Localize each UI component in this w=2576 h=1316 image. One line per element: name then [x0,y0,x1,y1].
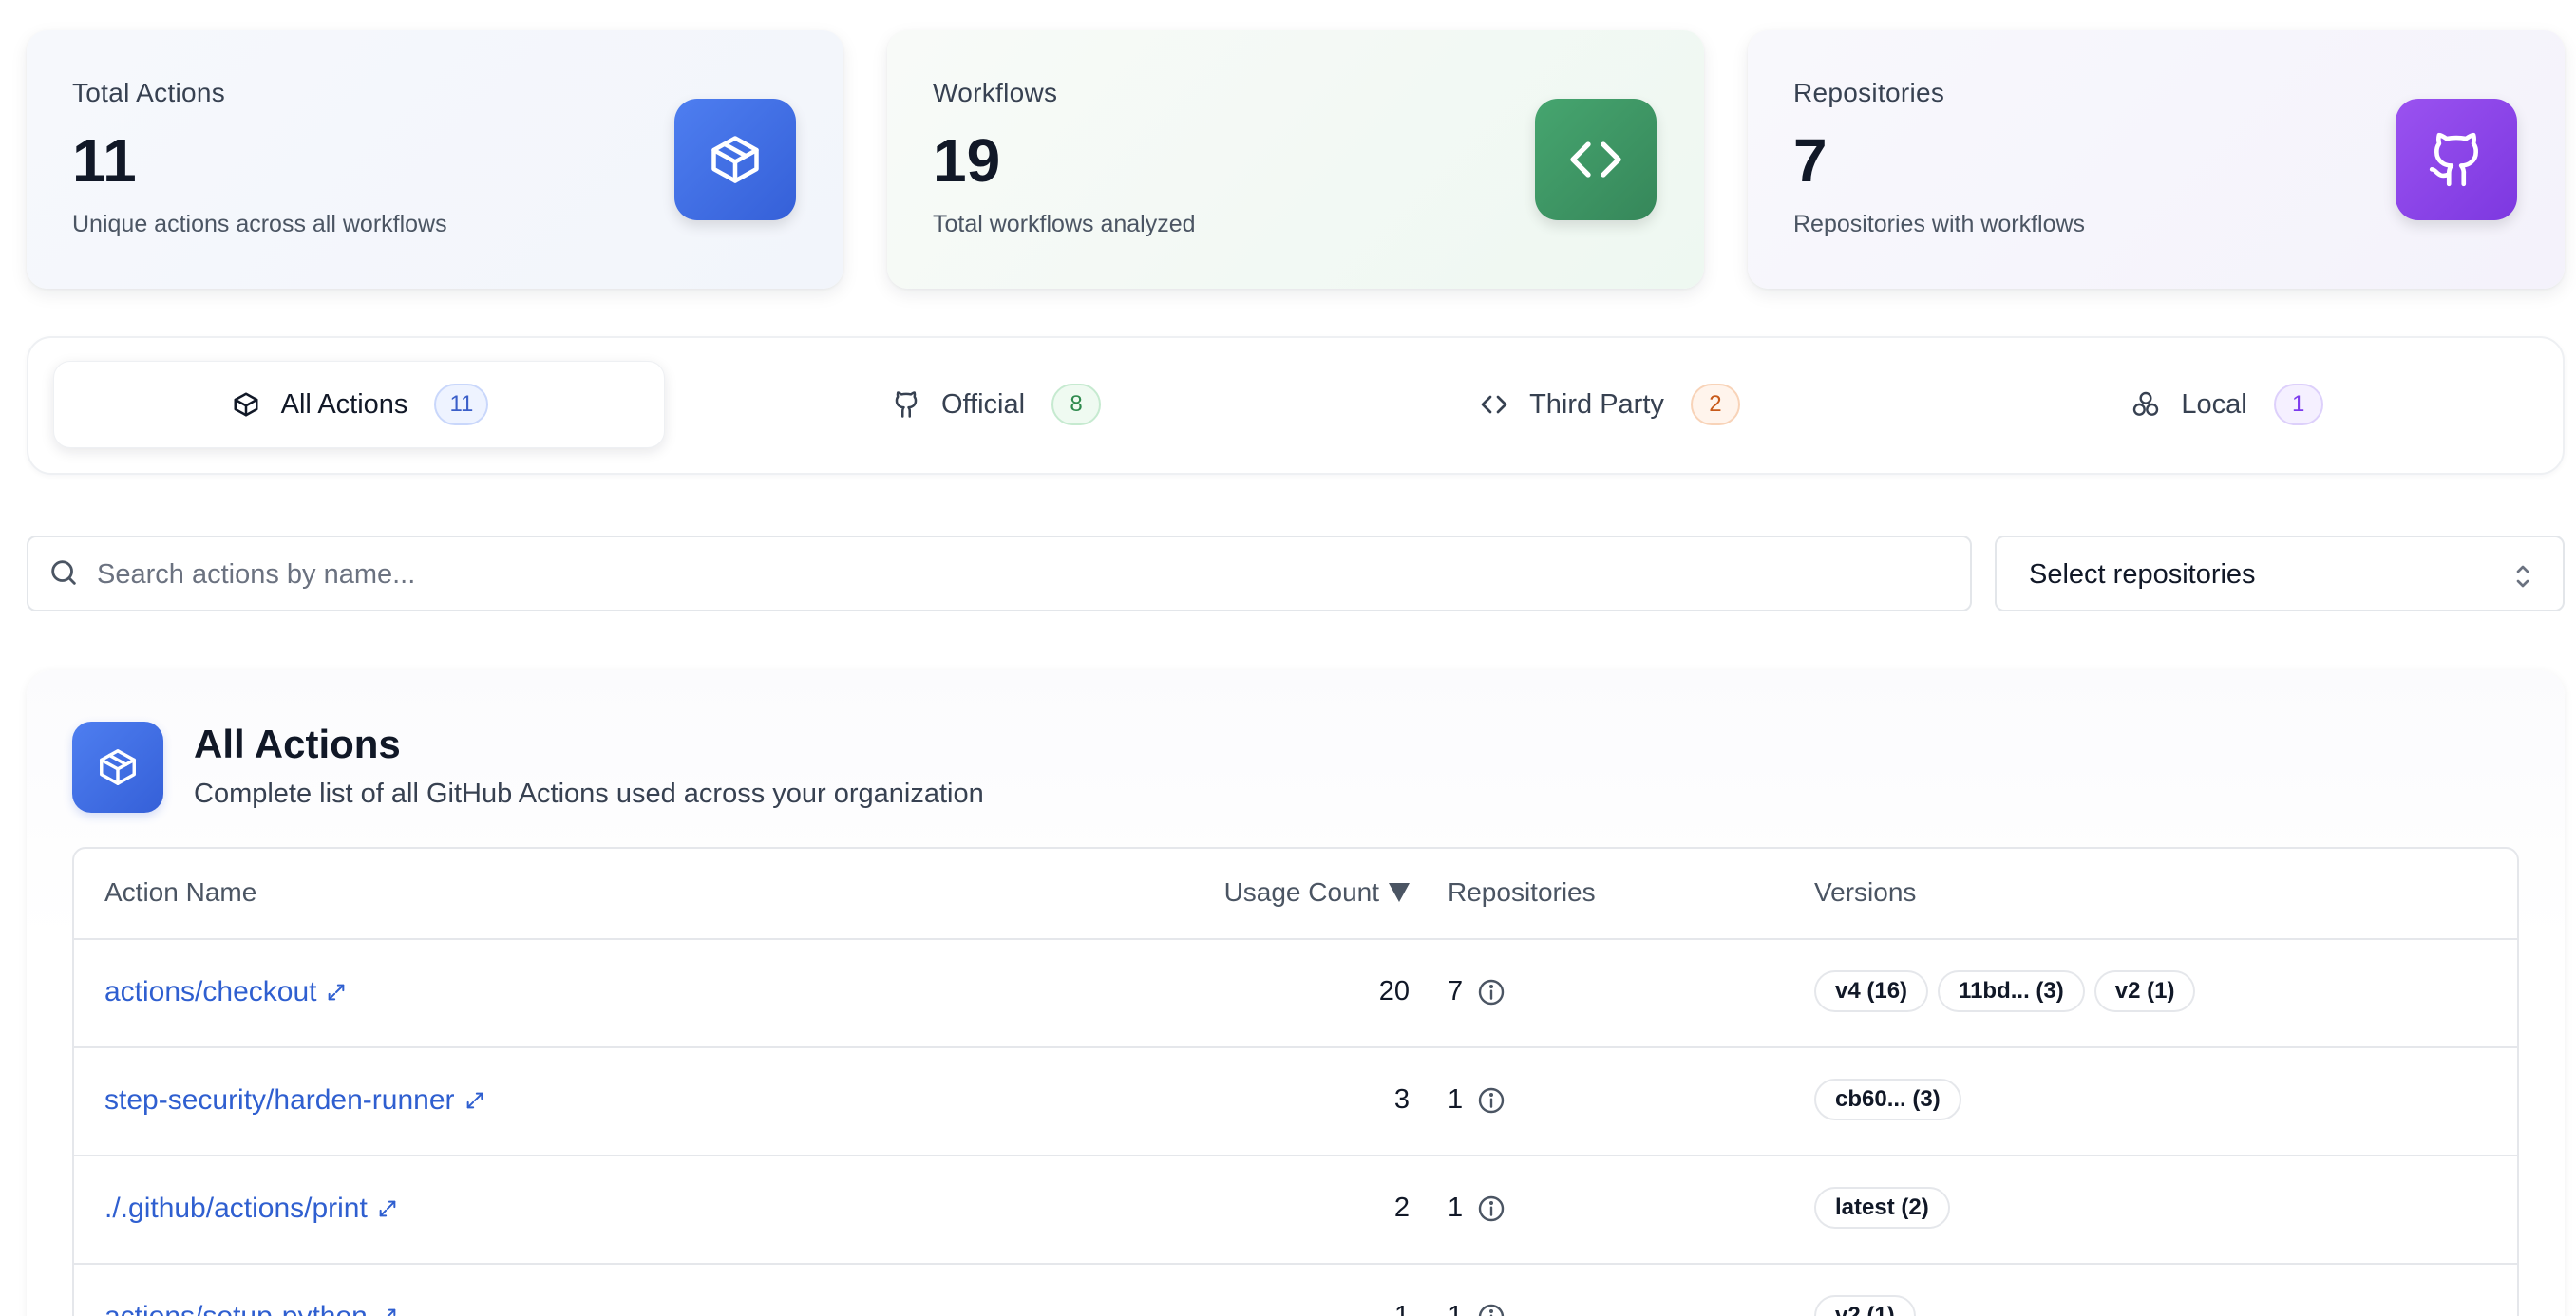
usage-count: 2 [1393,1193,1410,1223]
stat-value: 7 [1793,126,1828,195]
tab-count-badge: 2 [1690,384,1740,425]
action-type-tabs: All Actions 11 Official 8 Third Party 2 … [27,336,2565,475]
repository-select-label: Select repositories [2029,559,2256,590]
stat-card-repositories: Repositories 7 Repositories with workflo… [1748,30,2565,289]
info-icon[interactable] [1476,1085,1506,1116]
stat-description: Repositories with workflows [1793,211,2086,237]
table-header: Action Name Usage Count Repositories Ver… [74,849,2517,940]
stat-label: Workflows [933,78,1058,107]
tab-label: All Actions [280,388,408,420]
version-badge: v2 (1) [1814,1295,1916,1316]
package-icon [230,388,262,421]
external-link-icon [387,1308,396,1316]
package-icon [674,99,796,220]
repo-count: 7 [1448,976,1506,1007]
search-icon [47,556,82,591]
info-icon[interactable] [1476,977,1506,1007]
table-row: ./.github/actions/print 2 1 latest (2) [74,1156,2517,1265]
version-badge: latest (2) [1814,1187,1950,1229]
table-row: step-security/harden-runner 3 1 cb60... … [74,1048,2517,1156]
external-link-icon [379,1200,396,1217]
version-badge: v2 (1) [2093,970,2196,1012]
column-header-label: Usage Count [1223,877,1379,907]
tab-label: Local [2181,388,2247,420]
info-icon[interactable] [1476,1302,1506,1316]
tab-all-actions[interactable]: All Actions 11 [53,361,665,448]
github-icon [2396,99,2517,220]
action-link[interactable]: actions/setup-python [104,1301,398,1316]
usage-count: 3 [1393,1084,1410,1115]
version-badge: v4 (16) [1814,970,1929,1012]
tab-local[interactable]: Local 1 [1921,361,2532,448]
section-title: All Actions [194,722,401,766]
stat-description: Total workflows analyzed [933,211,1196,237]
code-icon [1535,99,1657,220]
section-subtitle: Complete list of all GitHub Actions used… [194,779,984,809]
repo-count: 1 [1448,1084,1506,1116]
version-badges: v4 (16) 11bd... (3) v2 (1) [1814,970,2196,1012]
stat-card-workflows: Workflows 19 Total workflows analyzed [887,30,1704,289]
search-box [27,536,1972,611]
action-name: ./.github/actions/print [104,1193,368,1224]
repo-count-value: 1 [1448,1084,1464,1115]
stat-label: Repositories [1793,78,1945,107]
code-icon [1478,388,1510,421]
version-badges: v2 (1) [1814,1295,1916,1316]
stat-value: 11 [72,126,137,195]
table-row: actions/checkout 20 7 v4 (16) 11bd... (3… [74,940,2517,1048]
repo-count: 1 [1448,1301,1506,1316]
column-header-action-name[interactable]: Action Name [104,877,256,908]
boxes-icon [2130,388,2162,421]
search-input[interactable] [97,547,1940,602]
sort-desc-icon [1389,883,1410,902]
github-icon [890,388,922,421]
chevron-up-down-icon [2511,562,2534,591]
usage-count: 1 [1393,1301,1410,1316]
external-link-icon [466,1092,483,1109]
action-name: actions/setup-python [104,1301,368,1316]
column-header-repositories[interactable]: Repositories [1448,877,1596,908]
stat-value: 19 [933,126,1001,195]
all-actions-card: All Actions Complete list of all GitHub … [27,670,2565,1316]
usage-count: 20 [1378,976,1410,1006]
version-badge: 11bd... (3) [1938,970,2085,1012]
version-badges: cb60... (3) [1814,1079,1961,1120]
action-link[interactable]: step-security/harden-runner [104,1084,485,1117]
tab-count-badge: 8 [1051,384,1102,425]
version-badge: cb60... (3) [1814,1079,1961,1120]
repo-count-value: 1 [1448,1193,1464,1223]
stat-card-total-actions: Total Actions 11 Unique actions across a… [27,30,843,289]
actions-table: Action Name Usage Count Repositories Ver… [72,847,2519,1316]
repo-count-value: 7 [1448,976,1464,1006]
stats-row: Total Actions 11 Unique actions across a… [27,30,2565,289]
action-link[interactable]: actions/checkout [104,976,347,1008]
external-link-icon [329,984,345,1001]
repository-select[interactable]: Select repositories [1995,536,2565,611]
tab-count-badge: 11 [434,384,489,425]
version-badges: latest (2) [1814,1187,1950,1229]
tab-count-badge: 1 [2273,384,2323,425]
repo-count: 1 [1448,1193,1506,1224]
action-name: actions/checkout [104,976,317,1007]
column-header-usage-count[interactable]: Usage Count [1224,877,1410,908]
tab-label: Third Party [1529,388,1664,420]
package-icon [72,722,163,813]
tab-third-party[interactable]: Third Party 2 [1303,361,1915,448]
stat-description: Unique actions across all workflows [72,211,447,237]
action-link[interactable]: ./.github/actions/print [104,1193,398,1225]
repo-count-value: 1 [1448,1301,1464,1316]
tab-official[interactable]: Official 8 [690,361,1301,448]
info-icon[interactable] [1476,1194,1506,1224]
stat-label: Total Actions [72,78,226,107]
tab-label: Official [940,388,1026,420]
action-name: step-security/harden-runner [104,1084,455,1116]
table-row: actions/setup-python 1 1 v2 (1) [74,1265,2517,1316]
column-header-versions[interactable]: Versions [1814,877,1916,908]
